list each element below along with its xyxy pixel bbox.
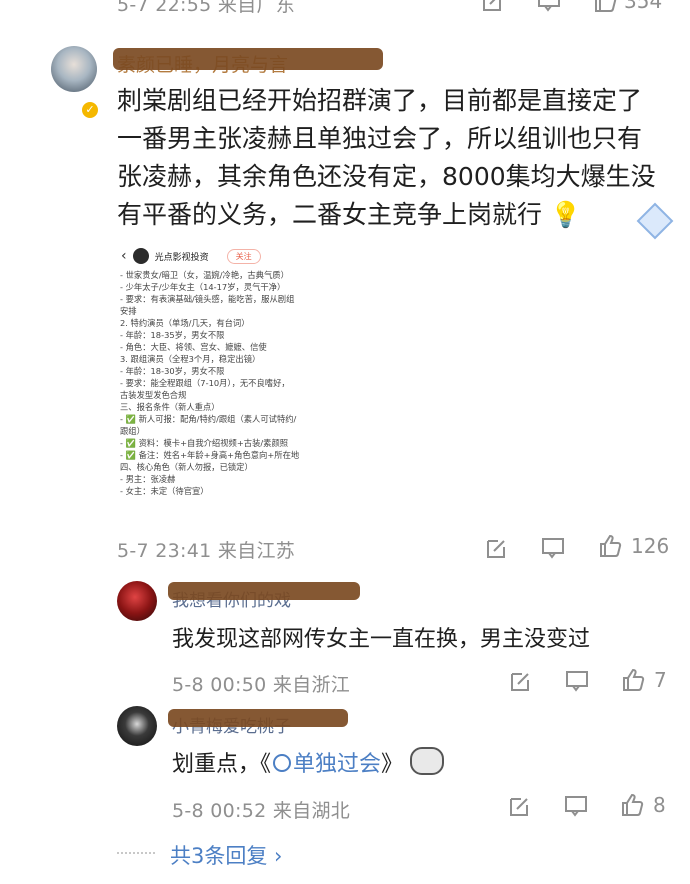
comment-button[interactable] xyxy=(540,535,566,561)
like-icon xyxy=(597,533,623,559)
redaction-scribble xyxy=(168,709,348,727)
account-avatar xyxy=(132,248,149,264)
screenshot-line: 跟组） xyxy=(120,426,145,436)
edit-icon xyxy=(507,793,533,819)
top-like-button[interactable]: 354 xyxy=(592,0,662,14)
top-repost-button[interactable] xyxy=(480,0,506,14)
repost-button[interactable] xyxy=(484,535,510,561)
reply-time: 5-8 00:52 来自湖北 xyxy=(172,800,351,822)
reply-avatar[interactable] xyxy=(117,581,157,621)
screenshot-line: - 世家贵女/暗卫（女，温婉/冷艳，古典气质） xyxy=(120,270,289,280)
follow-button: 关注 xyxy=(226,248,261,264)
reply-like-count: 7 xyxy=(654,668,667,692)
screenshot-line: - ✅ 新人可报：配角/特约/跟组（素人可试特约/ xyxy=(120,414,297,424)
comment-text: 刺棠剧组已经开始招群演了，目前都是直接定了一番男主张凌赫且单独过会了，所以组训也… xyxy=(117,82,657,234)
top-comment-button[interactable] xyxy=(536,0,562,14)
reply-text-prefix: 划重点，《 xyxy=(172,752,272,777)
edit-icon xyxy=(508,668,534,694)
back-icon: ‹ xyxy=(121,248,127,264)
screenshot-line: - 男主：张凌赫 xyxy=(120,474,176,484)
comment-icon xyxy=(564,668,590,694)
reply-like-count: 8 xyxy=(653,793,666,817)
search-icon xyxy=(273,754,292,772)
keyword-text: 单独过会 xyxy=(293,752,382,777)
redaction-scribble xyxy=(168,582,360,600)
comment-time: 5-7 23:41 来自江苏 xyxy=(117,540,296,562)
like-count: 126 xyxy=(631,534,670,558)
keyword-link[interactable]: 单独过会 xyxy=(271,752,381,777)
screenshot-line: - 角色：大臣、将领、宫女、嬷嬷、信使 xyxy=(120,342,267,352)
comment-icon xyxy=(563,793,589,819)
screenshot-line: - 女主：未定（待官宣） xyxy=(120,486,209,496)
screenshot-line: - ✅ 备注：姓名+年龄+身高+角色意向+所在地 xyxy=(120,450,300,460)
attached-image[interactable]: ‹ 光点影视投资 关注 - 世家贵女/暗卫（女，温婉/冷艳，古典气质） - 少年太… xyxy=(117,243,321,513)
redaction-scribble xyxy=(113,48,383,70)
reply-comment-button[interactable] xyxy=(563,793,589,819)
screenshot-line: 古装发型发色合规 xyxy=(120,390,187,400)
edit-icon xyxy=(480,0,506,14)
screenshot-line: 3. 跟组演员（全程3个月，稳定出镜） xyxy=(120,354,261,364)
reply-like-button[interactable]: 7 xyxy=(620,667,667,693)
cat-sticker-icon xyxy=(410,747,445,775)
top-like-count: 354 xyxy=(624,0,663,13)
reply-comment-button[interactable] xyxy=(564,668,590,694)
reply-text: 我发现这部网传女主一直在换，男主没变过 xyxy=(172,627,591,652)
reply-text-suffix: 》 xyxy=(381,752,404,777)
account-name: 光点影视投资 xyxy=(154,252,209,263)
reply-time: 5-8 00:50 来自浙江 xyxy=(172,674,351,696)
screenshot-line: - 年龄：18-35岁，男女不限 xyxy=(120,330,225,340)
verified-badge-icon: ✓ xyxy=(80,100,100,120)
reply-text: 划重点，《 单独过会》 xyxy=(172,746,445,778)
like-button[interactable]: 126 xyxy=(597,533,669,559)
comment-icon xyxy=(540,535,566,561)
edit-icon xyxy=(484,535,510,561)
screenshot-line: - 年龄：18-30岁，男女不限 xyxy=(120,366,225,376)
like-icon xyxy=(619,792,645,818)
avatar[interactable] xyxy=(51,46,97,92)
more-replies-divider xyxy=(117,852,155,854)
screenshot-line: - 要求：有表演基础/镜头感，能吃苦，服从剧组 xyxy=(120,294,295,304)
comment-icon xyxy=(536,0,562,14)
reply-avatar[interactable] xyxy=(117,706,157,746)
screenshot-line: 三、报名条件（新人重点） xyxy=(120,402,220,412)
top-meta-time: 5-7 22:55 来自广东 xyxy=(117,0,296,16)
reply-like-button[interactable]: 8 xyxy=(619,792,666,818)
lightbulb-emoji: 💡 xyxy=(549,200,582,229)
screenshot-line: - 少年太子/少年女主（14-17岁，灵气干净） xyxy=(120,282,286,292)
screenshot-line: 安排 xyxy=(120,306,137,316)
screenshot-line: 四、核心角色（新人勿报，已锁定） xyxy=(120,462,253,472)
screenshot-text: - 世家贵女/暗卫（女，温婉/冷艳，古典气质） - 少年太子/少年女主（14-17… xyxy=(117,269,321,497)
like-icon xyxy=(620,667,646,693)
screenshot-line: - 要求：能全程跟组（7-10月），无不良嗜好， xyxy=(120,378,290,388)
screenshot-line: - ✅ 资料：模卡+自我介绍视频+古装/素颜照 xyxy=(120,438,289,448)
like-icon xyxy=(592,0,618,14)
reply-repost-button[interactable] xyxy=(507,793,533,819)
reply-repost-button[interactable] xyxy=(508,668,534,694)
screenshot-line: 2. 特约演员（单场/几天，有台词） xyxy=(120,318,250,328)
more-replies-link[interactable]: 共3条回复 › xyxy=(170,840,282,870)
